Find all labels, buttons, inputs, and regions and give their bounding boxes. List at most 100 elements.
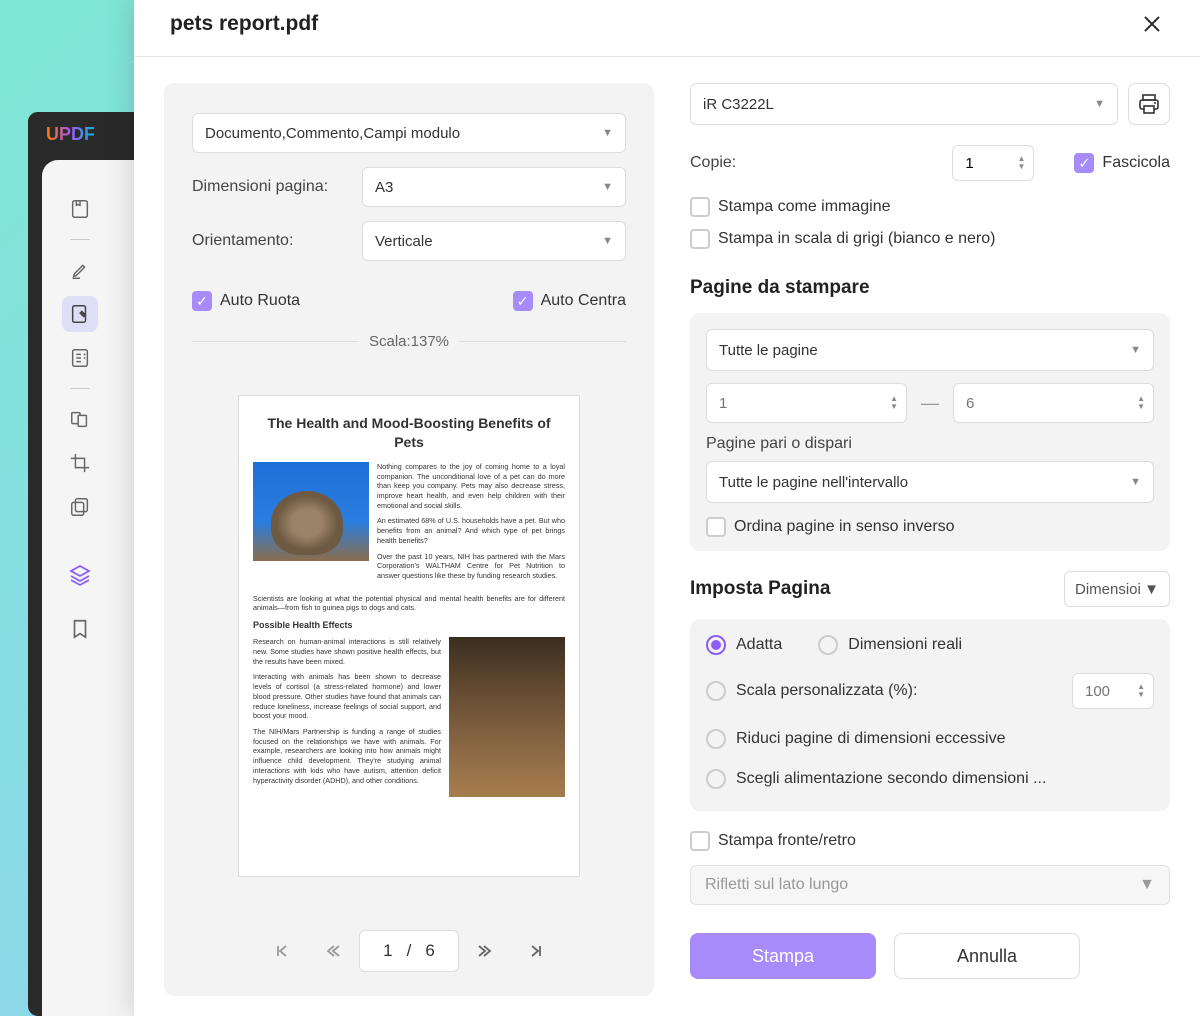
checkbox-checked-icon: ✓ — [192, 291, 212, 311]
range-to-input[interactable] — [966, 395, 1006, 412]
checkbox-checked-icon: ✓ — [1074, 153, 1094, 173]
app-logo: UPDF — [46, 124, 94, 144]
scale-label: Scala:137% — [369, 333, 449, 350]
caret-down-icon: ▼ — [1139, 876, 1155, 894]
checkbox-unchecked-icon — [706, 517, 726, 537]
range-from-spinner[interactable]: ▲▼ — [706, 383, 907, 423]
bookmark-icon[interactable] — [62, 611, 98, 647]
preview-image-dog — [449, 637, 565, 797]
checkbox-unchecked-icon — [690, 229, 710, 249]
radio-fit[interactable]: Adatta — [706, 635, 782, 655]
duplex-checkbox[interactable]: Stampa fronte/retro — [690, 831, 1170, 851]
range-from-input[interactable] — [719, 395, 759, 412]
radio-fit-label: Adatta — [736, 636, 782, 654]
form-icon[interactable] — [62, 340, 98, 376]
last-page-button[interactable] — [513, 930, 559, 972]
printer-value: iR C3222L — [703, 96, 774, 113]
odd-even-label: Pagine pari o dispari — [706, 435, 1154, 453]
batch-icon[interactable] — [62, 489, 98, 525]
dialog-title: pets report.pdf — [170, 12, 318, 36]
radio-feed-label: Scegli alimentazione secondo dimensioni … — [736, 770, 1046, 788]
pages-select-value: Tutte le pagine — [719, 342, 818, 359]
highlighter-icon[interactable] — [62, 252, 98, 288]
page-preview: The Health and Mood-Boosting Benefits of… — [238, 395, 580, 877]
reverse-order-label: Ordina pagine in senso inverso — [734, 518, 955, 536]
radio-shrink-label: Riduci pagine di dimensioni eccessive — [736, 730, 1005, 748]
copies-label: Copie: — [690, 154, 912, 172]
radio-actual[interactable]: Dimensioni reali — [818, 635, 962, 655]
grayscale-checkbox[interactable]: Stampa in scala di grigi (bianco e nero) — [690, 229, 1170, 249]
caret-down-icon: ▼ — [602, 235, 613, 247]
first-page-button[interactable] — [259, 930, 305, 972]
range-dash: — — [921, 393, 939, 414]
custom-scale-input[interactable] — [1085, 683, 1125, 700]
edit-icon[interactable] — [62, 296, 98, 332]
radio-choose-source[interactable]: Scegli alimentazione secondo dimensioni … — [706, 769, 1154, 789]
custom-scale-spinner[interactable]: ▲▼ — [1072, 673, 1154, 709]
organize-icon[interactable] — [62, 401, 98, 437]
collate-label: Fascicola — [1102, 154, 1170, 172]
caret-down-icon: ▼ — [1130, 476, 1141, 488]
grayscale-label: Stampa in scala di grigi (bianco e nero) — [718, 230, 995, 248]
close-button[interactable] — [1140, 12, 1164, 36]
range-to-spinner[interactable]: ▲▼ — [953, 383, 1154, 423]
pages-section-title: Pagine da stampare — [690, 277, 1170, 299]
auto-center-label: Auto Centra — [541, 292, 626, 310]
radio-unchecked-icon — [706, 681, 726, 701]
odd-even-value: Tutte le pagine nell'intervallo — [719, 474, 908, 491]
pager: 1 / 6 — [192, 930, 626, 972]
reverse-order-checkbox[interactable]: Ordina pagine in senso inverso — [706, 517, 1154, 537]
layers-icon[interactable] — [62, 557, 98, 593]
radio-unchecked-icon — [818, 635, 838, 655]
page-size-label: Dimensioni pagina: — [192, 178, 362, 196]
caret-down-icon: ▼ — [1094, 98, 1105, 110]
crop-icon[interactable] — [62, 445, 98, 481]
radio-shrink[interactable]: Riduci pagine di dimensioni eccessive — [706, 729, 1154, 749]
print-as-image-checkbox[interactable]: Stampa come immagine — [690, 197, 1170, 217]
printer-settings-button[interactable] — [1128, 83, 1170, 125]
cancel-button[interactable]: Annulla — [894, 933, 1080, 979]
layers-select-value: Documento,Commento,Campi modulo — [205, 125, 460, 142]
auto-center-checkbox[interactable]: ✓ Auto Centra — [513, 291, 626, 311]
print-button[interactable]: Stampa — [690, 933, 876, 979]
checkbox-unchecked-icon — [690, 831, 710, 851]
auto-rotate-label: Auto Ruota — [220, 292, 300, 310]
print-dialog: pets report.pdf Documento,Commento,Campi… — [134, 0, 1200, 1016]
caret-down-icon: ▼ — [1144, 581, 1159, 598]
radio-custom-scale[interactable]: Scala personalizzata (%): — [706, 681, 1062, 701]
page-display: 1 / 6 — [359, 930, 459, 972]
orientation-select[interactable]: Verticale ▼ — [362, 221, 626, 261]
caret-down-icon: ▼ — [1130, 344, 1141, 356]
duplex-label: Stampa fronte/retro — [718, 832, 856, 850]
auto-rotate-checkbox[interactable]: ✓ Auto Ruota — [192, 291, 300, 311]
copies-input[interactable] — [965, 155, 1005, 172]
preview-image-cat — [253, 462, 369, 561]
page-size-value: A3 — [375, 179, 393, 196]
checkbox-unchecked-icon — [690, 197, 710, 217]
size-small-value: Dimensioi — [1075, 581, 1141, 598]
radio-custom-label: Scala personalizzata (%): — [736, 682, 917, 700]
orientation-value: Verticale — [375, 233, 433, 250]
size-small-select[interactable]: Dimensioi ▼ — [1064, 571, 1170, 607]
prev-page-button[interactable] — [309, 930, 355, 972]
radio-unchecked-icon — [706, 729, 726, 749]
layers-select[interactable]: Documento,Commento,Campi modulo ▼ — [192, 113, 626, 153]
radio-actual-label: Dimensioni reali — [848, 636, 962, 654]
radio-checked-icon — [706, 635, 726, 655]
odd-even-select[interactable]: Tutte le pagine nell'intervallo ▼ — [706, 461, 1154, 503]
next-page-button[interactable] — [463, 930, 509, 972]
page-size-select[interactable]: A3 ▼ — [362, 167, 626, 207]
reader-icon[interactable] — [62, 191, 98, 227]
print-as-image-label: Stampa come immagine — [718, 198, 891, 216]
orientation-label: Orientamento: — [192, 232, 362, 250]
duplex-mode-select[interactable]: Rifletti sul lato lungo ▼ — [690, 865, 1170, 905]
pages-select[interactable]: Tutte le pagine ▼ — [706, 329, 1154, 371]
radio-unchecked-icon — [706, 769, 726, 789]
collate-checkbox[interactable]: ✓ Fascicola — [1074, 153, 1170, 173]
setup-section-title: Imposta Pagina — [690, 578, 830, 600]
copies-spinner[interactable]: ▲▼ — [952, 145, 1034, 181]
caret-down-icon: ▼ — [602, 181, 613, 193]
checkbox-checked-icon: ✓ — [513, 291, 533, 311]
duplex-mode-value: Rifletti sul lato lungo — [705, 876, 848, 894]
printer-select[interactable]: iR C3222L ▼ — [690, 83, 1118, 125]
